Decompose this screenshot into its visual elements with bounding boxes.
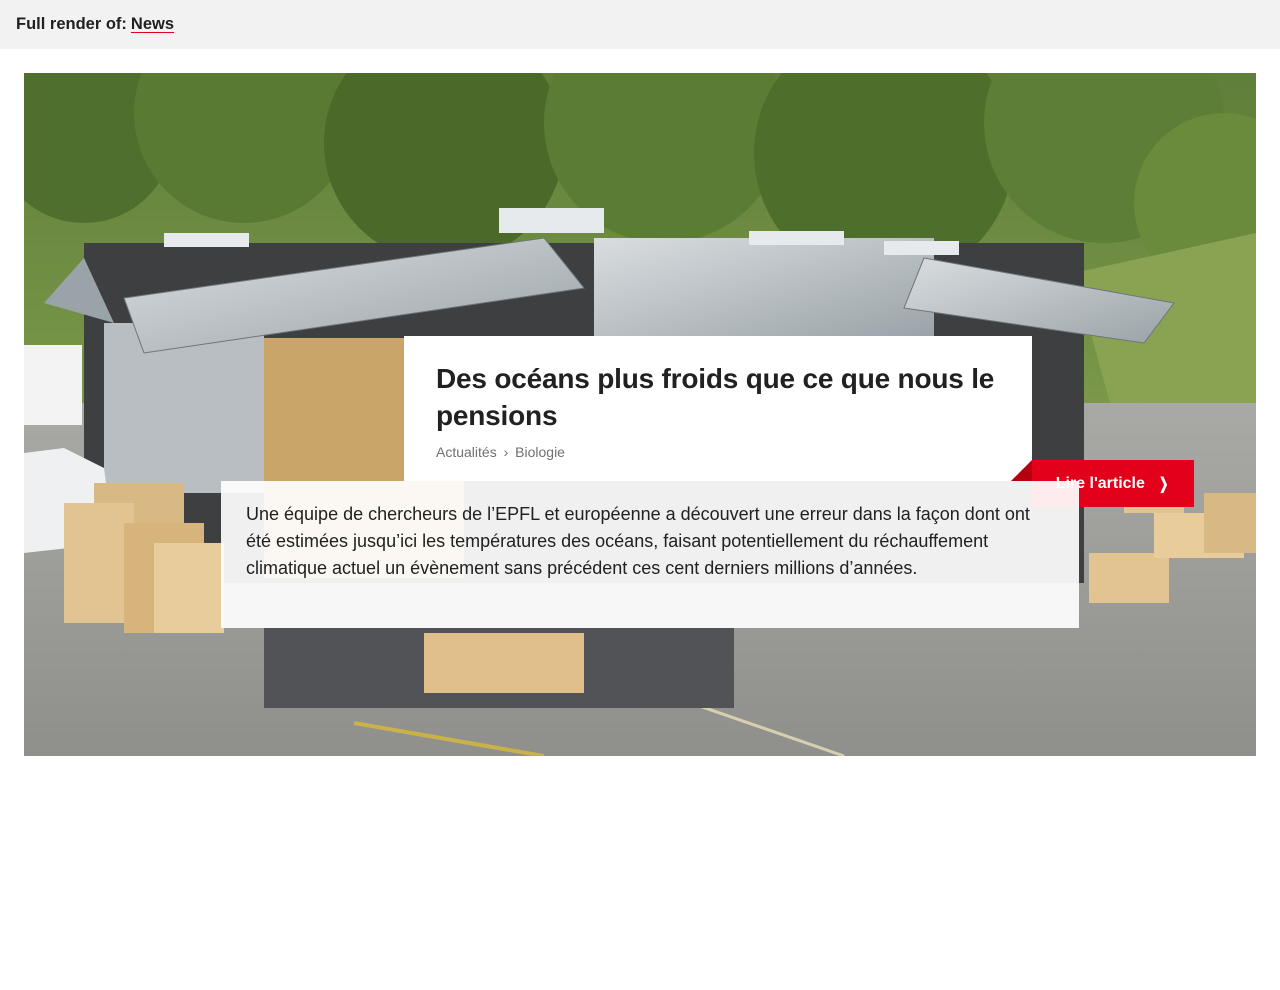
- news-link[interactable]: News: [131, 15, 174, 34]
- breadcrumb-item-biology[interactable]: Biologie: [515, 444, 565, 460]
- chevron-right-icon: ❯: [1158, 475, 1169, 493]
- article-lead: Une équipe de chercheurs de l’EPFL et eu…: [246, 504, 1030, 578]
- header-prefix: Full render of:: [16, 15, 127, 33]
- article-title-card: Des océans plus froids que ce que nous l…: [404, 336, 1032, 481]
- article-lead-card: Une équipe de chercheurs de l’EPFL et eu…: [221, 481, 1079, 628]
- breadcrumb-item-news[interactable]: Actualités: [436, 444, 497, 460]
- breadcrumb: Actualités › Biologie: [436, 444, 1000, 460]
- article-title[interactable]: Des océans plus froids que ce que nous l…: [436, 360, 1000, 434]
- button-fold-decoration: [1010, 460, 1032, 482]
- page-header: Full render of: News: [0, 0, 1280, 49]
- breadcrumb-separator: ›: [503, 444, 509, 460]
